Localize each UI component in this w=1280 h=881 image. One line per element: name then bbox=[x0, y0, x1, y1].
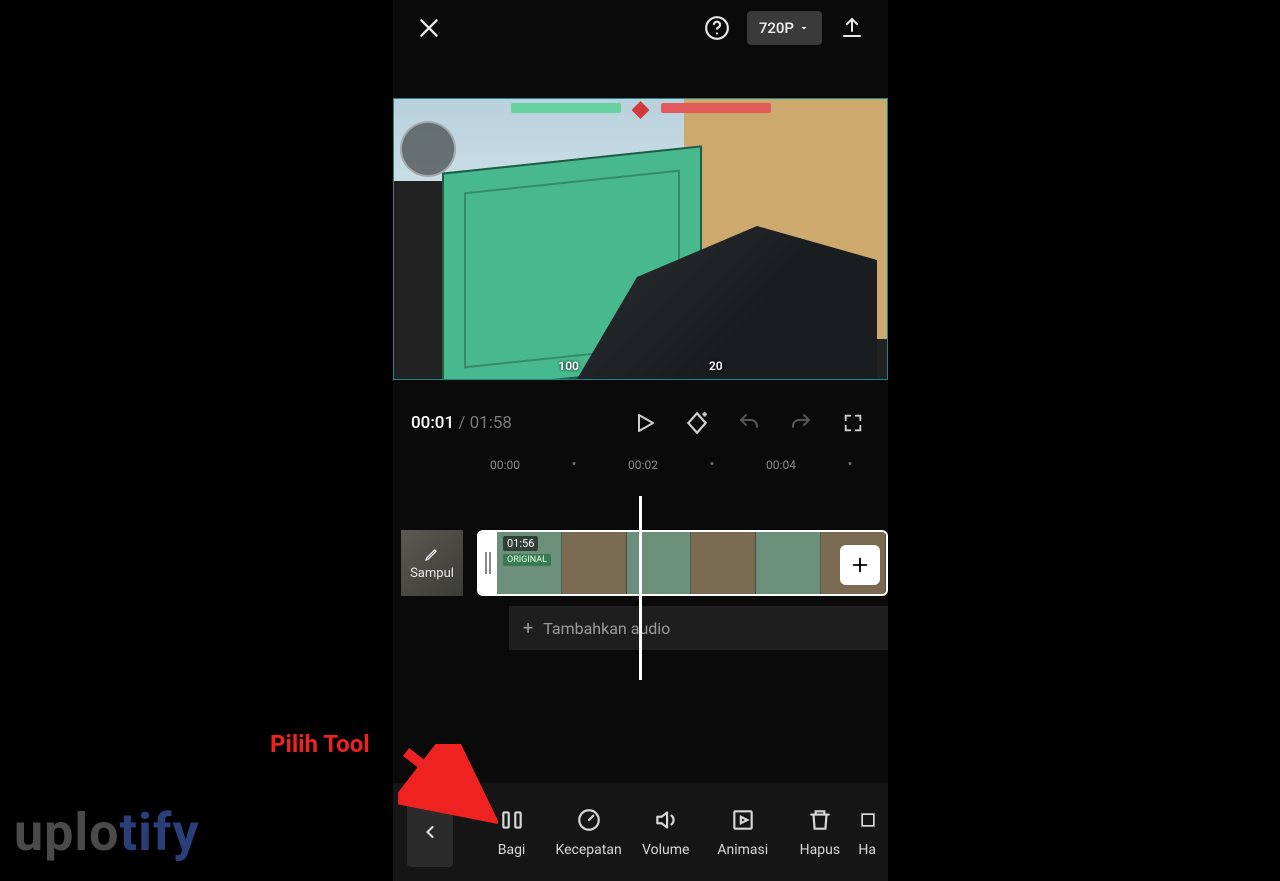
top-bar: 720P bbox=[393, 0, 888, 56]
annotation-text: Pilih Tool bbox=[270, 730, 370, 758]
annotation-arrow-icon bbox=[398, 744, 498, 824]
animation-icon bbox=[730, 807, 756, 833]
ruler-tick: 00:04 bbox=[766, 458, 796, 472]
help-icon bbox=[704, 15, 730, 41]
undo-icon bbox=[737, 411, 761, 435]
tool-partial[interactable]: Ha bbox=[858, 806, 888, 858]
plus-icon bbox=[849, 554, 871, 576]
clip-handle-left[interactable] bbox=[479, 532, 497, 594]
tool-animation[interactable]: Animasi bbox=[704, 806, 781, 858]
tool-label: Ha bbox=[858, 842, 876, 858]
tool-label: Bagi bbox=[498, 842, 526, 858]
split-icon bbox=[499, 807, 525, 833]
play-icon bbox=[633, 411, 657, 435]
speed-icon bbox=[576, 807, 602, 833]
undo-button[interactable] bbox=[732, 406, 766, 440]
keyframe-button[interactable] bbox=[680, 406, 714, 440]
fullscreen-button[interactable] bbox=[836, 406, 870, 440]
pencil-icon bbox=[424, 546, 440, 562]
keyframe-icon bbox=[684, 410, 710, 436]
tool-label: Volume bbox=[642, 842, 689, 858]
tool-label: Animasi bbox=[717, 842, 768, 858]
timeline[interactable]: Sampul 01:56 ORIGINAL + Tambahkan audio bbox=[393, 530, 888, 710]
tool-speed[interactable]: Kecepatan bbox=[550, 806, 627, 858]
player-controls: 00:01 / 01:58 bbox=[393, 388, 888, 458]
redo-button[interactable] bbox=[784, 406, 818, 440]
play-button[interactable] bbox=[628, 406, 662, 440]
hud-stat-right: 20 bbox=[709, 359, 723, 373]
chevron-left-icon bbox=[420, 822, 440, 842]
current-time: 00:01 bbox=[411, 413, 454, 433]
export-icon bbox=[840, 16, 864, 40]
cover-button[interactable]: Sampul bbox=[401, 530, 463, 596]
watermark-logo: uplotify bbox=[14, 802, 200, 863]
cover-label: Sampul bbox=[410, 566, 454, 581]
clip-duration-badge: 01:56 bbox=[503, 536, 538, 551]
ruler-tick: 00:02 bbox=[628, 458, 658, 472]
crop-icon bbox=[858, 807, 878, 833]
chevron-down-icon bbox=[798, 22, 810, 34]
resolution-label: 720P bbox=[759, 19, 794, 37]
fullscreen-icon bbox=[842, 412, 864, 434]
playhead[interactable] bbox=[639, 496, 642, 680]
resolution-selector[interactable]: 720P bbox=[747, 11, 822, 45]
minimap-icon bbox=[400, 121, 456, 177]
add-clip-button[interactable] bbox=[840, 545, 880, 585]
tool-delete[interactable]: Hapus bbox=[781, 806, 858, 858]
redo-icon bbox=[789, 411, 813, 435]
clip-thumbnails[interactable]: 01:56 ORIGINAL bbox=[497, 532, 886, 594]
ruler-tick: 00:00 bbox=[490, 458, 520, 472]
video-clip[interactable]: 01:56 ORIGINAL bbox=[477, 530, 888, 596]
video-preview[interactable]: 100 20 bbox=[393, 98, 888, 380]
help-button[interactable] bbox=[699, 10, 735, 46]
timecode: 00:01 / 01:58 bbox=[411, 413, 512, 433]
close-icon bbox=[416, 15, 442, 41]
tool-label: Hapus bbox=[800, 842, 840, 858]
timeline-ruler[interactable]: 00:00 00:02 00:04 bbox=[393, 458, 888, 484]
tool-label: Kecepatan bbox=[556, 842, 622, 858]
close-button[interactable] bbox=[411, 10, 447, 46]
total-duration: 01:58 bbox=[470, 413, 512, 433]
hud-stat-left: 100 bbox=[558, 359, 579, 373]
add-audio-button[interactable]: + Tambahkan audio bbox=[509, 606, 888, 650]
add-audio-label: Tambahkan audio bbox=[543, 619, 670, 638]
clip-tag-badge: ORIGINAL bbox=[503, 554, 551, 566]
trash-icon bbox=[807, 807, 833, 833]
tool-volume[interactable]: Volume bbox=[627, 806, 704, 858]
volume-icon bbox=[653, 807, 679, 833]
export-button[interactable] bbox=[834, 10, 870, 46]
plus-icon: + bbox=[523, 618, 533, 639]
